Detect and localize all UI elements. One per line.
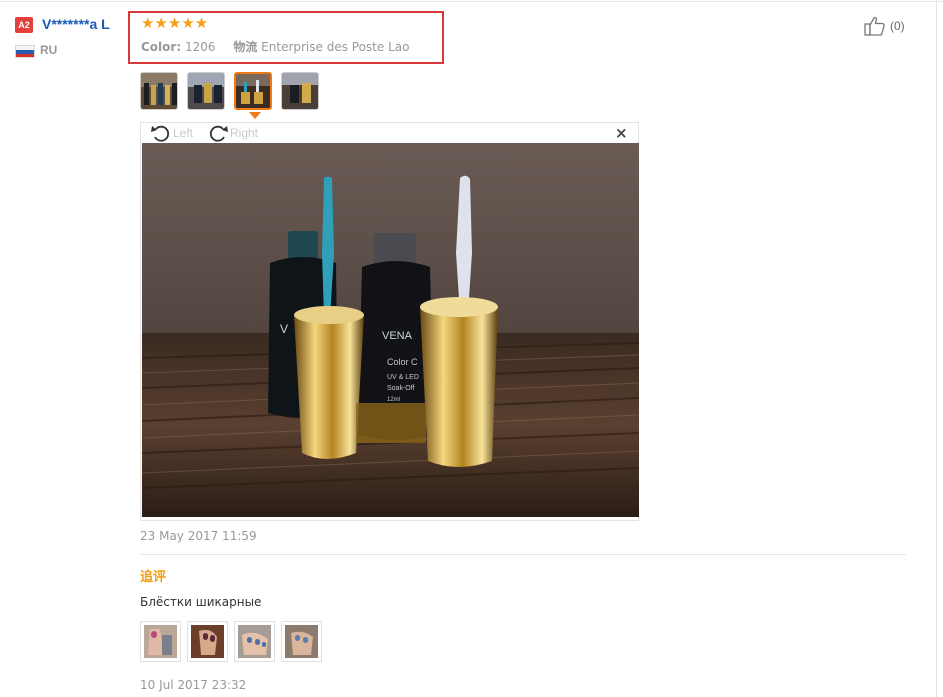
photo-bottle-text-left: V [280,322,288,336]
rotate-right-icon [209,125,228,142]
photo-bottle-label-1: Color C [387,357,418,367]
followup-text: Блёстки шикарные [140,595,262,609]
photo-bottle-label-3: Soak-Off [387,385,415,392]
viewer-toolbar: Left Right × [141,123,638,143]
color-label: Color: [141,40,182,54]
active-thumbnail-indicator [249,112,261,119]
rotate-right-label: Right [230,126,259,140]
photo-thumbnail[interactable] [281,72,319,110]
rotate-left-label: Left [173,126,194,140]
review-page: A2 V*******a L RU ★★★★★ Color: 1206 物流 E… [0,0,943,697]
reviewer-country: RU [40,43,58,57]
followup-photo-thumbnail[interactable] [234,621,275,662]
review-date: 23 May 2017 11:59 [140,529,257,543]
photo-thumbnail[interactable] [140,72,178,110]
russia-flag-icon [15,45,35,58]
followup-photo-thumbnail[interactable] [140,621,181,662]
followup-title: 追评 [140,570,167,585]
photo-viewer: Left Right × V VENA Color C UV & LED Soa… [140,122,639,521]
shipping-label: 物流 [233,40,258,54]
thumbs-up-icon [864,17,885,36]
top-divider [0,1,943,2]
followup-photo-thumbnails [140,621,328,662]
followup-date: 10 Jul 2017 23:32 [140,678,247,692]
level-badge: A2 [15,17,33,33]
shipping-value: Enterprise des Poste Lao [261,40,410,54]
rotate-left-button[interactable]: Left [150,124,193,142]
photo-thumbnails [140,72,328,110]
color-value: 1206 [184,40,216,54]
review-photo[interactable]: V VENA Color C UV & LED Soak-Off 12ml [142,143,639,517]
like-button[interactable]: (0) [864,16,905,36]
reviewer-name-link[interactable]: V*******a L [42,16,132,32]
right-divider [936,0,937,697]
photo-bottle-label-2: UV & LED [387,374,419,381]
rotate-right-button[interactable]: Right [207,124,258,142]
close-viewer-button[interactable]: × [615,125,628,141]
star-rating: ★★★★★ [141,14,209,32]
order-info: Color: 1206 物流 Enterprise des Poste Lao [141,38,409,55]
photo-thumbnail[interactable] [187,72,225,110]
like-count: (0) [890,19,905,33]
rotate-left-icon [151,125,170,142]
followup-photo-thumbnail[interactable] [187,621,228,662]
photo-bottle-brand: VENA [382,330,413,342]
followup-photo-thumbnail[interactable] [281,621,322,662]
photo-thumbnail-active[interactable] [234,72,272,110]
section-divider [140,554,906,555]
photo-bottle-label-4: 12ml [387,397,400,403]
